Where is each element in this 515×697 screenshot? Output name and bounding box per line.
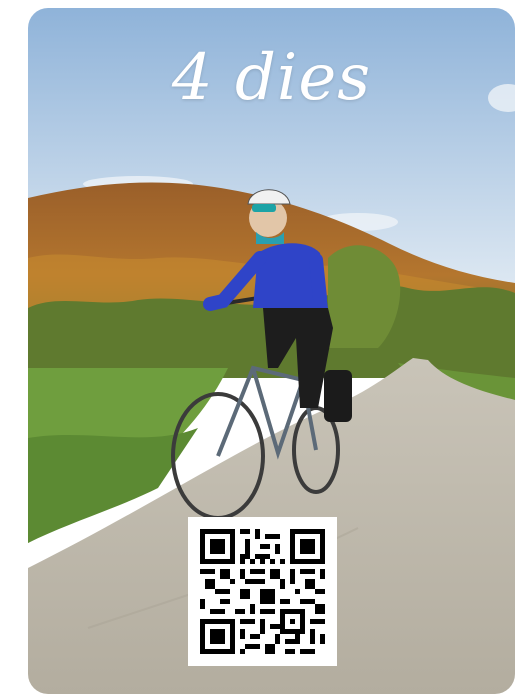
card-title: 4 dies bbox=[171, 41, 372, 115]
promo-card[interactable]: 4 dies bbox=[28, 8, 515, 694]
qr-code[interactable] bbox=[188, 517, 337, 666]
qr-code-icon bbox=[200, 529, 325, 654]
